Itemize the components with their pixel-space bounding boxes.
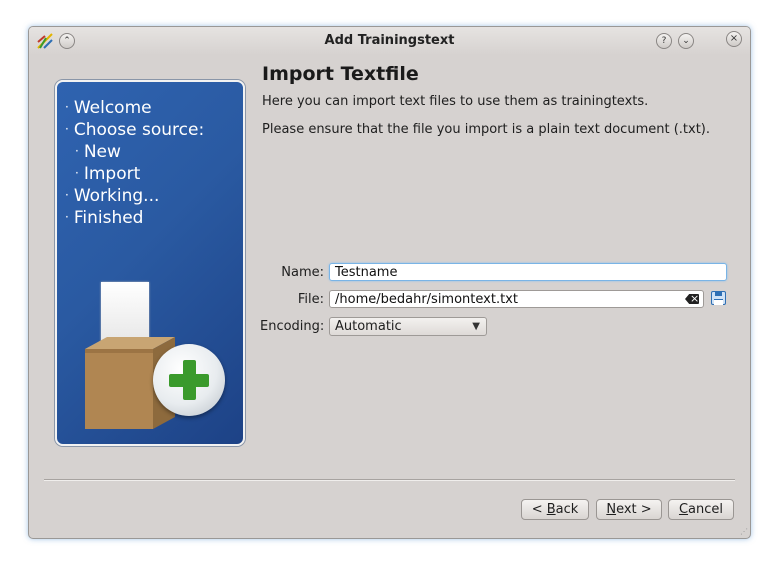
resize-grip[interactable]: ⋰	[740, 528, 748, 536]
step-bullet: ·	[65, 122, 69, 136]
wizard-step: · Working...	[65, 186, 159, 206]
file-path-input[interactable]: /home/bedahr/simontext.txt	[329, 290, 704, 308]
step-bullet: ·	[65, 100, 69, 114]
wizard-step: · Choose source:	[65, 120, 204, 140]
wizard-step: · New	[75, 142, 121, 162]
description-line-1: Here you can import text files to use th…	[262, 94, 649, 109]
step-bullet: ·	[75, 144, 79, 158]
separator	[44, 479, 735, 481]
step-label: Import	[83, 164, 141, 184]
back-button[interactable]: < Back	[521, 499, 589, 520]
step-bullet: ·	[75, 166, 79, 180]
next-button[interactable]: Next >	[596, 499, 662, 520]
wizard-step: · Welcome	[65, 98, 152, 118]
step-label: Working...	[73, 186, 160, 206]
step-bullet: ·	[65, 188, 69, 202]
encoding-select[interactable]: Automatic ▼	[329, 317, 487, 336]
window-title: Add Trainingstext	[324, 33, 455, 48]
save-icon[interactable]	[711, 291, 726, 305]
encoding-label: Encoding:	[260, 319, 325, 334]
clear-icon[interactable]	[685, 294, 699, 304]
wizard-sidebar: · Welcome · Choose source: · New · Import · Worki…	[55, 80, 245, 446]
encoding-value: Automatic	[335, 319, 402, 334]
step-label: Welcome	[73, 98, 152, 118]
file-path-value: /home/bedahr/simontext.txt	[335, 292, 518, 307]
step-bullet: ·	[65, 210, 69, 224]
file-label: File:	[297, 292, 324, 307]
title-bar[interactable]: ⌃ Add Trainingstext ? ⌄ ×	[29, 27, 750, 55]
name-label: Name:	[281, 265, 324, 280]
cancel-button[interactable]: Cancel	[668, 499, 734, 520]
step-label: Finished	[73, 208, 144, 228]
wizard-step: · Import	[75, 164, 140, 184]
help-icon[interactable]: ?	[656, 33, 672, 49]
description-line-2: Please ensure that the file you import i…	[262, 122, 710, 137]
step-label: Choose source:	[73, 120, 205, 140]
name-input[interactable]: Testname	[329, 263, 727, 281]
plus-icon	[153, 344, 225, 416]
close-icon[interactable]: ×	[726, 31, 742, 47]
step-label: New	[83, 142, 121, 162]
chevron-down-icon: ▼	[472, 321, 480, 332]
page-title: Import Textfile	[262, 63, 419, 85]
dialog-window: ⌃ Add Trainingstext ? ⌄ × · Welcome · Choos…	[28, 26, 751, 539]
shade-icon[interactable]: ⌄	[678, 33, 694, 49]
wizard-step: · Finished	[65, 208, 143, 228]
